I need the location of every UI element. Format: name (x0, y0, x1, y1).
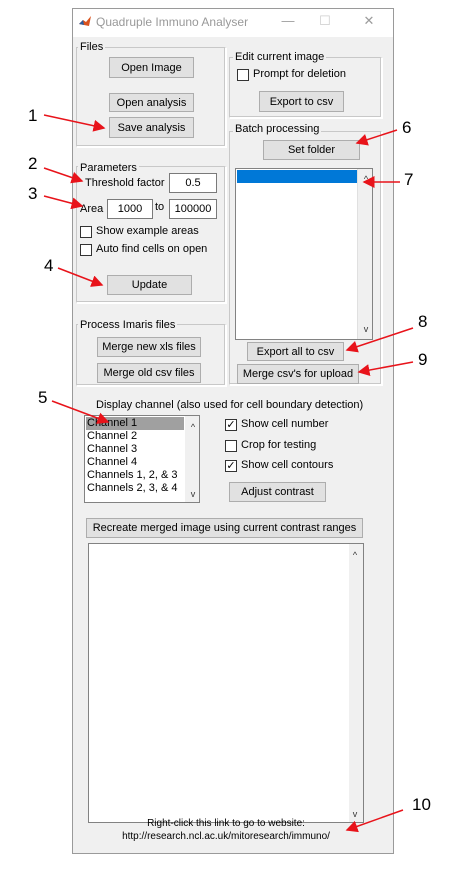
arrow-2 (43, 167, 84, 184)
arrow-8 (345, 327, 414, 353)
annotation-number-3: 3 (28, 184, 38, 203)
annotation-number-2: 2 (28, 154, 38, 173)
arrow-5 (51, 400, 110, 424)
arrow-9 (357, 361, 414, 376)
arrow-6 (355, 129, 398, 146)
annotation-number-4: 4 (44, 256, 54, 275)
annotation-number-6: 6 (402, 118, 412, 137)
annotation-arrows (43, 114, 414, 833)
arrow-1 (43, 114, 106, 132)
annotation-number-8: 8 (418, 312, 428, 331)
annotation-number-1: 1 (28, 106, 38, 125)
annotation-number-5: 5 (38, 388, 48, 407)
annotation-number-9: 9 (418, 350, 428, 369)
annotation-number-10: 10 (412, 795, 431, 814)
annotation-number-7: 7 (404, 170, 414, 189)
arrow-10 (345, 809, 404, 833)
arrow-4 (57, 267, 104, 287)
arrow-3 (43, 195, 84, 210)
